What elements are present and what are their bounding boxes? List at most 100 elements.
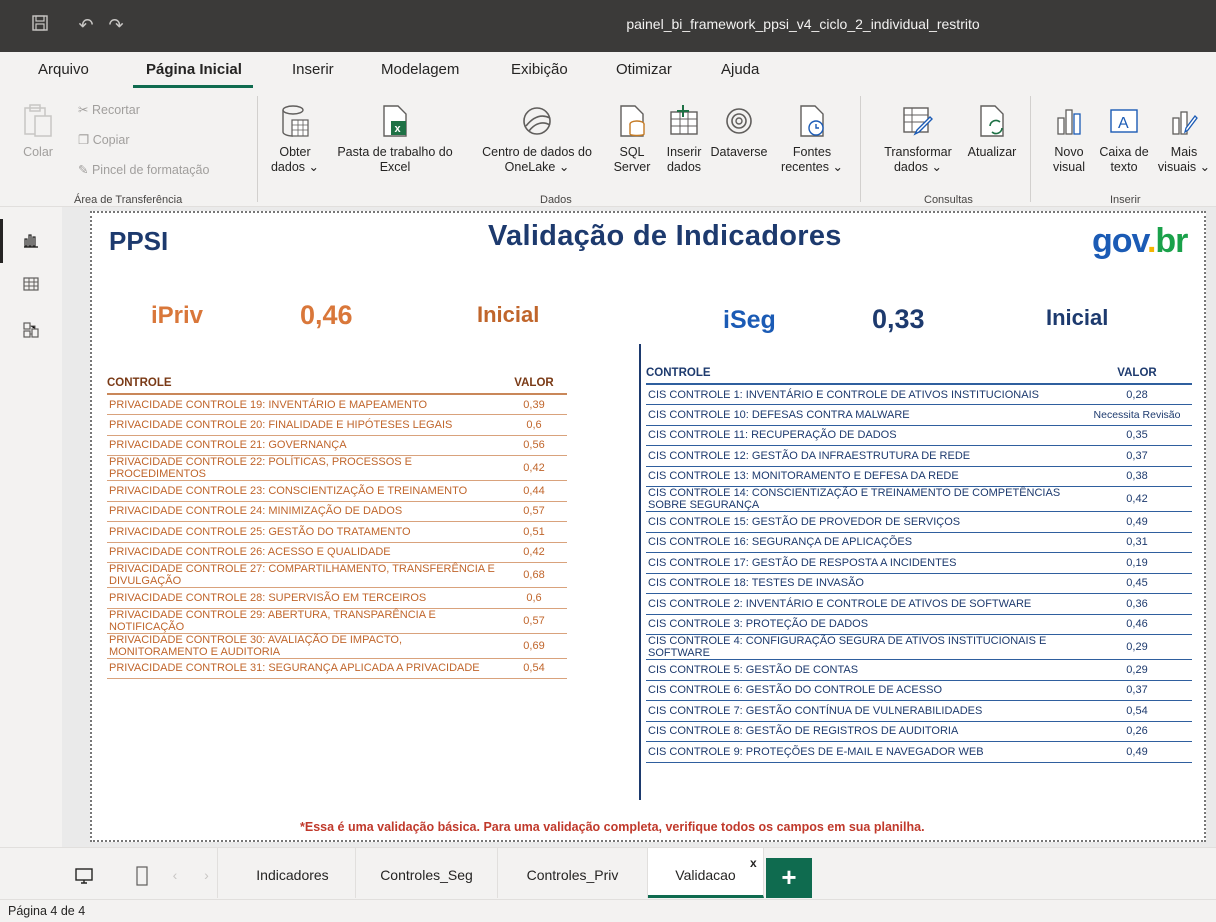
new-visual-button[interactable]: Novo visual bbox=[1048, 104, 1090, 175]
table-row[interactable]: PRIVACIDADE CONTROLE 27: COMPARTILHAMENT… bbox=[107, 562, 567, 588]
table-row[interactable]: CIS CONTROLE 3: PROTEÇÃO DE DADOS 0,46 bbox=[646, 614, 1192, 635]
tab-controles-priv[interactable]: Controles_Priv bbox=[498, 848, 648, 898]
table-row[interactable]: CIS CONTROLE 14: CONSCIENTIZAÇÃO E TREIN… bbox=[646, 486, 1192, 512]
recent-sources-button[interactable]: Fontes recentes ⌄ bbox=[778, 104, 846, 175]
get-data-label: Obter dados ⌄ bbox=[270, 145, 319, 174]
table-row[interactable]: CIS CONTROLE 12: GESTÃO DA INFRAESTRUTUR… bbox=[646, 445, 1192, 467]
sql-server-button[interactable]: SQL Server bbox=[610, 104, 654, 175]
menu-arquivo[interactable]: Arquivo bbox=[38, 61, 89, 78]
table-row[interactable]: CIS CONTROLE 17: GESTÃO DE RESPOSTA A IN… bbox=[646, 552, 1192, 574]
desktop-layout-icon[interactable] bbox=[62, 848, 106, 898]
control-name-cell: CIS CONTROLE 12: GESTÃO DA INFRAESTRUTUR… bbox=[646, 445, 1082, 467]
group-queries-label: Consultas bbox=[924, 194, 973, 206]
control-value-cell: 0,37 bbox=[1082, 445, 1192, 467]
table-row[interactable]: CIS CONTROLE 6: GESTÃO DO CONTROLE DE AC… bbox=[646, 680, 1192, 701]
table-view-icon[interactable] bbox=[22, 275, 42, 295]
table-row[interactable]: CIS CONTROLE 10: DEFESAS CONTRA MALWARE N… bbox=[646, 404, 1192, 426]
prev-page-icon[interactable]: ‹ bbox=[164, 848, 186, 898]
table-row[interactable]: PRIVACIDADE CONTROLE 20: FINALIDADE E HI… bbox=[107, 414, 567, 436]
active-view-indicator bbox=[0, 219, 3, 263]
control-name-cell: CIS CONTROLE 17: GESTÃO DE RESPOSTA A IN… bbox=[646, 552, 1082, 574]
table-row[interactable]: PRIVACIDADE CONTROLE 28: SUPERVISÃO EM T… bbox=[107, 587, 567, 609]
column-header-controle[interactable]: CONTROLE bbox=[107, 364, 501, 395]
table-row[interactable]: CIS CONTROLE 18: TESTES DE INVASÃO 0,45 bbox=[646, 573, 1192, 594]
table-row[interactable]: PRIVACIDADE CONTROLE 19: INVENTÁRIO E MA… bbox=[107, 394, 567, 415]
insert-data-button[interactable]: Inserir dados bbox=[660, 104, 708, 175]
table-row[interactable]: PRIVACIDADE CONTROLE 21: GOVERNANÇA 0,56 bbox=[107, 435, 567, 456]
control-name-cell: CIS CONTROLE 18: TESTES DE INVASÃO bbox=[646, 573, 1082, 594]
control-value-cell: 0,35 bbox=[1082, 425, 1192, 446]
paste-button[interactable]: Colar bbox=[20, 102, 56, 160]
table-row[interactable]: CIS CONTROLE 1: INVENTÁRIO E CONTROLE DE… bbox=[646, 384, 1192, 405]
table-row[interactable]: CIS CONTROLE 5: GESTÃO DE CONTAS 0,29 bbox=[646, 659, 1192, 681]
security-controls-table: CONTROLE VALOR CIS CONTROLE 1: INVENTÁRI… bbox=[646, 354, 1192, 763]
menu-ajuda[interactable]: Ajuda bbox=[721, 61, 759, 78]
control-name-cell: PRIVACIDADE CONTROLE 23: CONSCIENTIZAÇÃO… bbox=[107, 480, 501, 502]
excel-workbook-button[interactable]: x Pasta de trabalho do Excel bbox=[325, 104, 465, 175]
table-row[interactable]: PRIVACIDADE CONTROLE 23: CONSCIENTIZAÇÃO… bbox=[107, 480, 567, 502]
cut-button[interactable]: ✂ Recortar bbox=[78, 102, 140, 117]
table-row[interactable]: PRIVACIDADE CONTROLE 30: AVALIAÇÃO DE IM… bbox=[107, 633, 567, 659]
close-tab-icon[interactable]: x bbox=[750, 856, 757, 870]
model-view-icon[interactable] bbox=[22, 321, 42, 341]
text-box-button[interactable]: A Caixa de texto bbox=[1094, 104, 1154, 175]
table-row[interactable]: PRIVACIDADE CONTROLE 29: ABERTURA, TRANS… bbox=[107, 608, 567, 634]
column-header-controle[interactable]: CONTROLE bbox=[646, 354, 1082, 385]
refresh-button[interactable]: Atualizar bbox=[960, 104, 1024, 160]
page-tab-bar: ‹ › Indicadores Controles_Seg Controles_… bbox=[0, 847, 1216, 899]
copy-button[interactable]: ❐ Copiar bbox=[78, 132, 130, 147]
excel-icon: x bbox=[325, 104, 465, 142]
table-row[interactable]: CIS CONTROLE 13: MONITORAMENTO E DEFESA … bbox=[646, 466, 1192, 487]
tab-indicadores[interactable]: Indicadores bbox=[230, 848, 356, 898]
tab-validacao[interactable]: Validacao bbox=[648, 848, 764, 898]
table-row[interactable]: CIS CONTROLE 15: GESTÃO DE PROVEDOR DE S… bbox=[646, 511, 1192, 533]
onelake-label: Centro de dados do OneLake ⌄ bbox=[482, 145, 592, 174]
report-view-icon[interactable] bbox=[22, 231, 42, 251]
table-row[interactable]: PRIVACIDADE CONTROLE 25: GESTÃO DO TRATA… bbox=[107, 521, 567, 543]
table-row[interactable]: CIS CONTROLE 11: RECUPERAÇÃO DE DADOS 0,3… bbox=[646, 425, 1192, 446]
mobile-layout-icon[interactable] bbox=[124, 848, 160, 898]
active-menu-indicator bbox=[133, 85, 253, 88]
copy-label: Copiar bbox=[92, 133, 130, 147]
table-row[interactable]: CIS CONTROLE 7: GESTÃO CONTÍNUA DE VULNE… bbox=[646, 700, 1192, 722]
menu-inserir[interactable]: Inserir bbox=[292, 61, 334, 78]
table-row[interactable]: PRIVACIDADE CONTROLE 22: POLÍTICAS, PROC… bbox=[107, 455, 567, 481]
control-value-cell: 0,54 bbox=[501, 658, 567, 679]
menu-modelagem[interactable]: Modelagem bbox=[381, 61, 459, 78]
menu-exibicao[interactable]: Exibição bbox=[511, 61, 568, 78]
table-row[interactable]: PRIVACIDADE CONTROLE 31: SEGURANÇA APLIC… bbox=[107, 658, 567, 679]
brand-title: PPSI bbox=[109, 226, 169, 256]
control-name-cell: PRIVACIDADE CONTROLE 20: FINALIDADE E HI… bbox=[107, 414, 501, 436]
control-value-cell: 0,37 bbox=[1082, 680, 1192, 701]
cut-label: Recortar bbox=[91, 103, 140, 117]
dataverse-button[interactable]: Dataverse bbox=[707, 104, 771, 160]
menu-otimizar[interactable]: Otimizar bbox=[616, 61, 672, 78]
table-row[interactable]: PRIVACIDADE CONTROLE 26: ACESSO E QUALID… bbox=[107, 542, 567, 563]
control-name-cell: CIS CONTROLE 4: CONFIGURAÇÃO SEGURA DE A… bbox=[646, 634, 1082, 660]
table-row[interactable]: CIS CONTROLE 16: SEGURANÇA DE APLICAÇÕES… bbox=[646, 532, 1192, 553]
control-value-cell: 0,31 bbox=[1082, 532, 1192, 553]
format-painter-button[interactable]: ✎ Pincel de formatação bbox=[78, 162, 209, 177]
column-header-valor[interactable]: VALOR bbox=[501, 364, 567, 395]
control-name-cell: CIS CONTROLE 1: INVENTÁRIO E CONTROLE DE… bbox=[646, 384, 1082, 405]
table-row[interactable]: CIS CONTROLE 9: PROTEÇÕES DE E-MAIL E NA… bbox=[646, 741, 1192, 763]
scissors-icon: ✂ bbox=[78, 103, 89, 117]
tab-controles-seg[interactable]: Controles_Seg bbox=[356, 848, 498, 898]
menu-pagina-inicial[interactable]: Página Inicial bbox=[146, 61, 242, 78]
recent-sources-icon bbox=[778, 104, 846, 142]
control-value-cell: 0,26 bbox=[1082, 721, 1192, 742]
control-value-cell: 0,49 bbox=[1082, 741, 1192, 763]
next-page-icon[interactable]: › bbox=[196, 848, 218, 898]
brush-icon: ✎ bbox=[78, 163, 89, 177]
control-value-cell: 0,46 bbox=[1082, 614, 1192, 635]
table-row[interactable]: CIS CONTROLE 2: INVENTÁRIO E CONTROLE DE… bbox=[646, 593, 1192, 615]
table-row[interactable]: PRIVACIDADE CONTROLE 24: MINIMIZAÇÃO DE … bbox=[107, 501, 567, 522]
table-row[interactable]: CIS CONTROLE 8: GESTÃO DE REGISTROS DE A… bbox=[646, 721, 1192, 742]
more-visuals-button[interactable]: Mais visuais ⌄ bbox=[1156, 104, 1212, 175]
column-header-valor[interactable]: VALOR bbox=[1082, 354, 1192, 385]
table-row[interactable]: CIS CONTROLE 4: CONFIGURAÇÃO SEGURA DE A… bbox=[646, 634, 1192, 660]
transform-data-button[interactable]: Transformar dados ⌄ bbox=[874, 104, 962, 175]
add-page-button[interactable]: + bbox=[766, 858, 812, 898]
get-data-button[interactable]: Obter dados ⌄ bbox=[270, 104, 320, 175]
onelake-button[interactable]: Centro de dados do OneLake ⌄ bbox=[467, 104, 607, 175]
